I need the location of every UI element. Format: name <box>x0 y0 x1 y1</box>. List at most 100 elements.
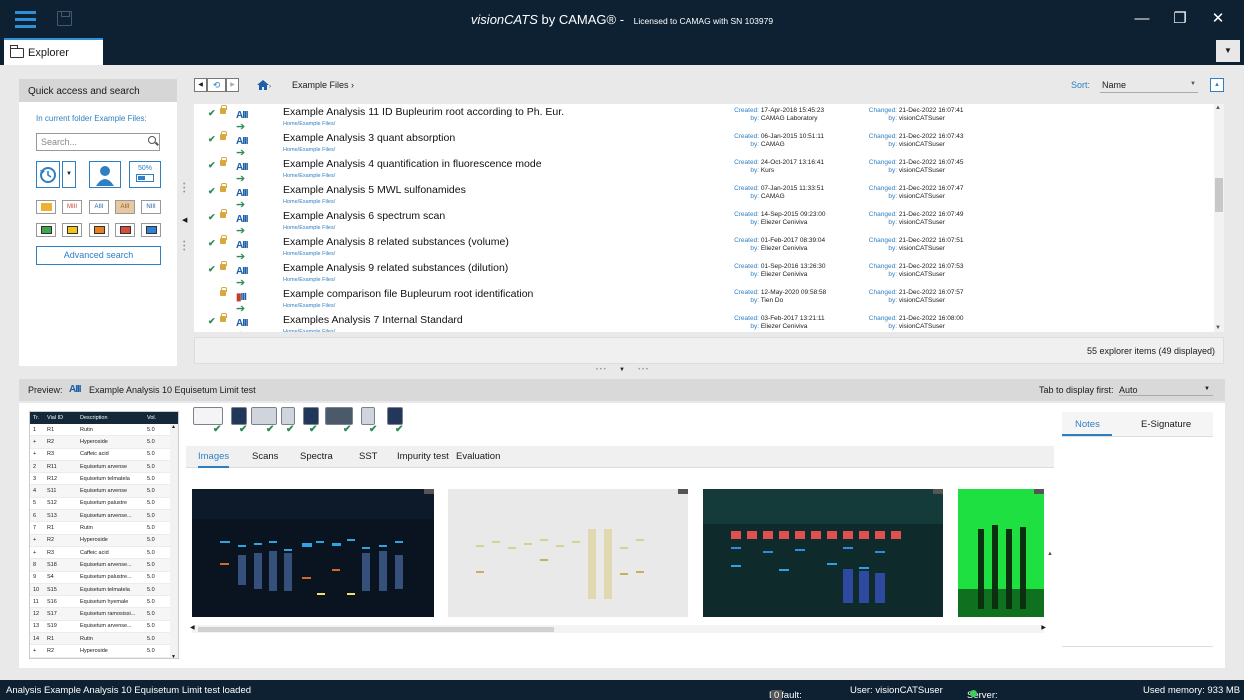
tab-evaluation[interactable]: Evaluation <box>456 451 500 462</box>
tab-first-select[interactable]: Auto ▼ <box>1119 382 1213 396</box>
tab-spectra[interactable]: Spectra <box>300 451 333 462</box>
vial-table-row[interactable]: 5 S12 Equisetum palustre 5.0 <box>30 498 178 511</box>
vial-table-row[interactable]: 8 S18 Equisetum arvense... 5.0 <box>30 559 178 572</box>
nocheck-filter-button[interactable]: NIII <box>141 200 161 214</box>
file-row[interactable]: ✔ AIII ➔ Example Analysis 8 related substan… <box>194 234 1210 263</box>
color-filter-red[interactable] <box>115 223 135 237</box>
splitter-grip-top[interactable]: • • • <box>183 181 185 196</box>
vial-table-row[interactable]: 10 S15 Equisetum telmatela 5.0 <box>30 583 178 597</box>
tab-images[interactable]: Images <box>198 451 230 468</box>
file-row[interactable]: ✔ AIII ➔ Example Analysis 9 related substan… <box>194 260 1210 289</box>
file-row[interactable]: ✔ AIII ➔ Example Analysis 11 ID Bupleurim r… <box>194 104 1210 133</box>
color-filter-yellow[interactable] <box>62 223 82 237</box>
scroll-down-icon[interactable]: ▼ <box>171 654 176 658</box>
reader-icon[interactable] <box>361 407 375 425</box>
heater-icon[interactable] <box>281 407 295 425</box>
file-row[interactable]: ✔ AIII ➔ Example Analysis 6 spectrum scan Ho… <box>194 208 1210 237</box>
restore-button[interactable]: ❐ <box>1170 10 1190 28</box>
images-horizontal-scrollbar[interactable]: ◀ ▶ <box>190 624 1046 633</box>
back-button[interactable]: ◀ <box>194 78 207 92</box>
vial-table-row[interactable]: 7 R1 Rutin 5.0 <box>30 522 178 535</box>
plate-image-white-light[interactable] <box>448 489 688 617</box>
visualizer2-icon[interactable] <box>387 407 403 425</box>
changed-date: 21-Dec-2022 16:07:41 <box>898 107 964 114</box>
sample-applicator-icon[interactable] <box>193 407 223 425</box>
plate-image-uv366[interactable] <box>703 489 943 617</box>
vial-table-row[interactable]: 13 S19 Equisetum arvense... 5.0 <box>30 621 178 634</box>
scroll-up-icon[interactable]: ▲ <box>171 424 176 430</box>
file-row[interactable]: ✔ AIII➔ Examples Analysis 7 Internal Stand… <box>194 312 1210 332</box>
scanner-icon[interactable] <box>325 407 353 425</box>
home-icon[interactable]: › <box>256 79 271 90</box>
analysis-template-filter-button[interactable]: AIII <box>115 200 135 214</box>
splitter-grip-bottom[interactable]: • • • <box>183 239 185 254</box>
forward-button[interactable]: ▶ <box>226 78 239 92</box>
tab-sst[interactable]: SST <box>359 451 377 462</box>
tab-dropdown-button[interactable]: ▼ <box>1216 40 1240 62</box>
created-date: 06-Jan-2015 10:51:11 <box>760 133 824 140</box>
vial-table-row[interactable]: + R3 Caffeic acid 5.0 <box>30 449 178 461</box>
vial-table-row[interactable]: 3 R12 Equisetum telmatela 5.0 <box>30 473 178 486</box>
developer-icon[interactable] <box>251 407 277 425</box>
file-row[interactable]: ✔ AIII ➔ Example Analysis 5 MWL sulfonamide… <box>194 182 1210 211</box>
vial-table-row[interactable]: 9 S4 Equisetum palustre... 5.0 <box>30 572 178 584</box>
analysis-filter-button[interactable]: AIII <box>89 200 109 214</box>
vial-table-row[interactable]: + R2 Hyperoside 5.0 <box>30 436 178 449</box>
file-row[interactable]: ✔ AIII ➔ Example Analysis 4 quantification … <box>194 156 1210 185</box>
tab-scans[interactable]: Scans <box>252 451 278 462</box>
sort-direction-button[interactable]: ▲ <box>1210 78 1224 92</box>
history-dropdown-button[interactable]: ▼ <box>62 161 76 188</box>
vial-table-row[interactable]: + R3 Caffeic acid 5.0 <box>30 547 178 560</box>
close-button[interactable]: ✕ <box>1208 10 1228 28</box>
file-row[interactable]: ✔ AIII ➔ Example Analysis 3 quant absorptio… <box>194 130 1210 159</box>
file-row[interactable]: ▮III ➔ Example comparison file Bupleurum r… <box>194 286 1210 315</box>
advanced-search-button[interactable]: Advanced search <box>36 246 161 265</box>
scrollbar-thumb[interactable] <box>198 627 554 632</box>
color-filter-green[interactable] <box>36 223 56 237</box>
check-icon: ✔ <box>369 424 378 435</box>
file-list-scrollbar[interactable]: ▲ ▼ <box>1214 104 1224 332</box>
vial-table-row[interactable]: + R2 Hyperoside 5.0 <box>30 534 178 547</box>
search-input[interactable]: Search... <box>36 133 160 151</box>
plate-image-uv254[interactable] <box>192 489 434 617</box>
battery-button[interactable]: 50% <box>129 161 161 188</box>
scroll-down-icon[interactable]: ▼ <box>1215 325 1221 331</box>
scroll-left-icon[interactable]: ◀ <box>190 624 195 631</box>
vial-table-row[interactable]: 4 S11 Equisetum arvense 5.0 <box>30 485 178 498</box>
scroll-right-icon[interactable]: ▶ <box>1041 624 1046 631</box>
history-button[interactable] <box>36 161 60 188</box>
minimize-button[interactable]: — <box>1132 10 1152 28</box>
color-filter-blue[interactable] <box>141 223 161 237</box>
sort-select[interactable]: Name ▼ <box>1100 77 1198 93</box>
vial-table-row[interactable]: 11 S16 Equisetum hyemale 5.0 <box>30 596 178 609</box>
folder-filter-button[interactable] <box>36 200 56 214</box>
by-label: by: <box>888 323 897 330</box>
history-nav-button[interactable]: ⟲ <box>207 78 226 92</box>
method-filter-button[interactable]: MIII <box>62 200 82 214</box>
tab-impurity-test[interactable]: Impurity test <box>397 451 449 462</box>
vial-table-scrollbar[interactable]: ▲ ▼ <box>170 424 178 658</box>
plate-image-fluorescence[interactable] <box>958 489 1044 617</box>
search-icon[interactable] <box>148 136 156 144</box>
tab-notes[interactable]: Notes <box>1075 419 1100 430</box>
vial-table-row[interactable]: 2 R11 Equisetum arvense 5.0 <box>30 460 178 474</box>
vial-id: S12 <box>47 500 57 507</box>
scrollbar-thumb[interactable] <box>1215 178 1223 212</box>
collapse-left-icon[interactable]: ◀ <box>182 216 187 224</box>
visualizer-icon[interactable] <box>303 407 319 425</box>
scroll-up-icon[interactable]: ▲ <box>1047 551 1053 557</box>
tab-e-signature[interactable]: E-Signature <box>1141 419 1191 430</box>
breadcrumb[interactable]: Example Files › <box>292 80 354 90</box>
vial-table-row[interactable]: 6 S13 Equisetum arvense... 5.0 <box>30 510 178 523</box>
scroll-up-icon[interactable]: ▲ <box>1215 105 1221 111</box>
color-filter-orange[interactable] <box>89 223 109 237</box>
horizontal-splitter[interactable]: • • • ▼ • • • <box>0 367 1244 377</box>
vial-table-row[interactable]: 12 S17 Equisetum ramosissi... 5.0 <box>30 608 178 621</box>
derivatizer-icon[interactable] <box>231 407 247 425</box>
vial-table-row[interactable]: + R2 Hyperoside 5.0 <box>30 645 178 658</box>
tab-explorer[interactable]: Explorer <box>4 38 103 66</box>
vial-table-row[interactable]: 14 R1 Rutin 5.0 <box>30 633 178 646</box>
user-button[interactable] <box>89 161 121 188</box>
notes-content[interactable] <box>1062 437 1213 647</box>
vial-table-row[interactable]: 1 R1 Rutin 5.0 <box>30 424 178 437</box>
